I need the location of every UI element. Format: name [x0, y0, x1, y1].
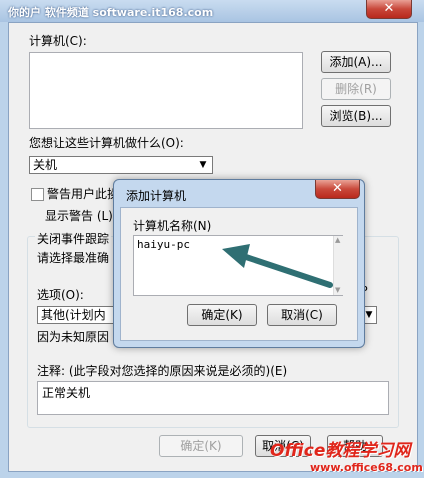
brand-watermark-url: www.office68.com: [310, 461, 423, 474]
brand-watermark-main: Office教程学习网: [270, 441, 411, 461]
annotation-arrow-icon: [222, 244, 333, 288]
brand-watermark: Office教程学习网 www.office68.com: [270, 436, 423, 474]
